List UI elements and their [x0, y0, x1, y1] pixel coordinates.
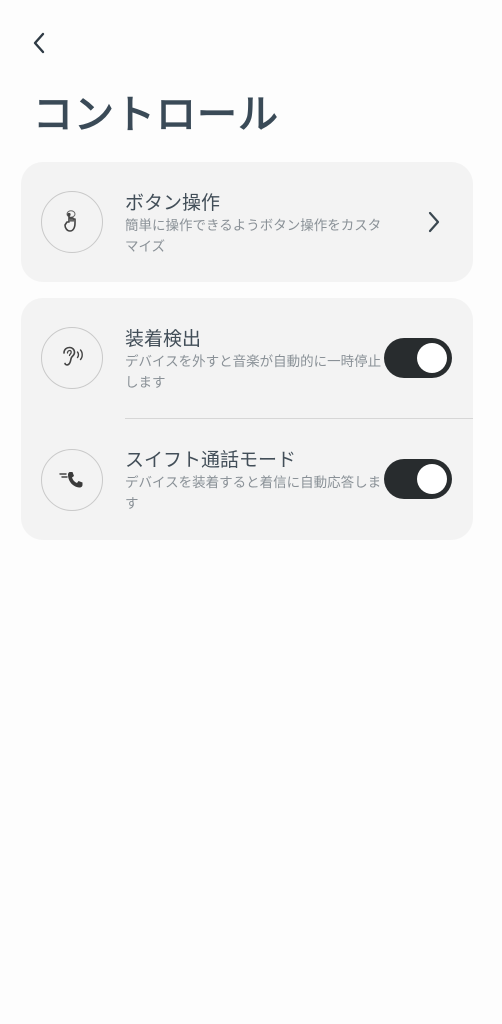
page-title: コントロール — [33, 92, 279, 138]
wear-detection-title: 装着検出 — [125, 328, 202, 350]
toggle-knob — [417, 464, 447, 494]
swift-call-mode-row: スイフト通話モード デバイスを装着すると着信に自動応答します — [21, 419, 473, 540]
swift-call-mode-toggle[interactable] — [384, 459, 452, 499]
chevron-right-icon — [421, 207, 447, 237]
button-controls-row[interactable]: ボタン操作 簡単に操作できるようボタン操作をカスタマイズ — [21, 162, 473, 282]
toggle-knob — [417, 343, 447, 373]
wear-detection-row: 装着検出 デバイスを外すと音楽が自動的に一時停止します — [21, 298, 473, 418]
back-button[interactable] — [22, 26, 56, 60]
swift-call-mode-title: スイフト通話モード — [125, 449, 297, 471]
touch-hand-icon — [41, 191, 103, 253]
wear-detection-toggle[interactable] — [384, 338, 452, 378]
button-controls-description: 簡単に操作できるようボタン操作をカスタマイズ — [125, 218, 382, 255]
button-controls-title: ボタン操作 — [125, 192, 221, 214]
chevron-left-icon — [33, 32, 45, 54]
wear-detection-description: デバイスを外すと音楽が自動的に一時停止します — [125, 354, 382, 391]
button-controls-card[interactable]: ボタン操作 簡単に操作できるようボタン操作をカスタマイズ — [21, 162, 473, 282]
ear-detection-icon — [41, 327, 103, 389]
toggles-card: 装着検出 デバイスを外すと音楽が自動的に一時停止します スイフト通話モード デバ… — [21, 298, 473, 540]
incoming-call-icon — [41, 449, 103, 511]
swift-call-mode-description: デバイスを装着すると着信に自動応答します — [125, 475, 382, 512]
